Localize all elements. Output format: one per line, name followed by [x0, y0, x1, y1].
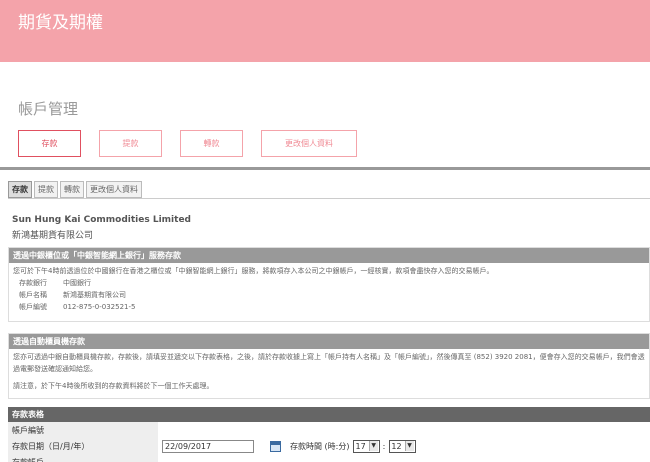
inner-tab-transfer[interactable]: 轉款: [60, 181, 84, 198]
account-label: 帳戶編號: [8, 422, 158, 438]
inner-tab-change-profile[interactable]: 更改個人資料: [86, 181, 142, 198]
boc-deposit-body: 您可於下午4時前透過位於中國銀行在香港之櫃位或「中銀智能網上銀行」服務，將款項存…: [9, 263, 649, 315]
account-row: 帳戶編號: [8, 422, 650, 438]
deposit-account-row: 存款帳戶: [8, 454, 650, 462]
tab-change-profile[interactable]: 更改個人資料: [261, 130, 357, 157]
account-number-row: 帳戶編號 012-875-0-032521-5: [13, 301, 645, 313]
date-input[interactable]: [162, 439, 254, 453]
boc-deposit-box: 透過中銀櫃位或「中銀智能網上銀行」服務存款 您可於下午4時前透過位於中國銀行在香…: [8, 247, 650, 322]
minute-select[interactable]: 12 ▼: [389, 439, 416, 453]
atm-deposit-header: 透過自動櫃員機存款: [9, 334, 649, 349]
atm-deposit-note: 您亦可透過中銀自動櫃員機存款，存款後，請填妥並遞交以下存款表格，之後，請於存款收…: [13, 353, 645, 373]
time-label: 存款時間 (時:分): [290, 441, 350, 451]
atm-deposit-box: 透過自動櫃員機存款 您亦可透過中銀自動櫃員機存款，存款後，請填妥並遞交以下存款表…: [8, 333, 650, 399]
time-separator: :: [382, 441, 386, 451]
account-name-label: 帳戶名稱: [19, 291, 47, 299]
tab-deposit[interactable]: 存款: [18, 130, 81, 157]
date-label: 存款日期（日/月/年）: [8, 438, 158, 454]
minute-value: 12: [391, 441, 402, 451]
chevron-down-icon: ▼: [404, 441, 414, 451]
date-row: 存款日期（日/月/年） 存款時間 (時:分) 17 ▼ : 12 ▼: [8, 438, 650, 454]
boc-deposit-note: 您可於下午4時前透過位於中國銀行在香港之櫃位或「中銀智能網上銀行」服務，將款項存…: [13, 267, 494, 275]
bank-label: 存款銀行: [19, 279, 47, 287]
bank-value: 中國銀行: [63, 279, 91, 287]
atm-deposit-body: 您亦可透過中銀自動櫃員機存款，存款後，請填妥並遞交以下存款表格，之後，請於存款收…: [9, 349, 649, 394]
company-name-zh: 新鴻基期貨有限公司: [12, 231, 94, 241]
tab-transfer[interactable]: 轉款: [180, 130, 243, 157]
divider: [0, 167, 650, 170]
account-name-row: 帳戶名稱 新鴻基期貨有限公司: [13, 289, 645, 301]
boc-deposit-header: 透過中銀櫃位或「中銀智能網上銀行」服務存款: [9, 248, 649, 263]
account-number-value: 012-875-0-032521-5: [63, 303, 136, 311]
deposit-account-label: 存款帳戶: [8, 454, 158, 462]
inner-tab-withdraw[interactable]: 提款: [34, 181, 58, 198]
account-name-value: 新鴻基期貨有限公司: [63, 291, 126, 299]
page-title: 帳戶管理: [18, 100, 79, 118]
banner-title: 期貨及期權: [18, 13, 103, 33]
inner-tab-deposit[interactable]: 存款: [8, 181, 32, 198]
deposit-form-header: 存款表格: [8, 407, 650, 422]
hour-select[interactable]: 17 ▼: [353, 439, 380, 453]
inner-tabs-rule: [8, 198, 650, 199]
tab-withdraw[interactable]: 提款: [99, 130, 162, 157]
company-name-en: Sun Hung Kai Commodities Limited: [12, 215, 191, 225]
account-number-label: 帳戶編號: [19, 303, 47, 311]
cutoff-footnote: 請注意，於下午4時後所收到的存款資料將於下一個工作天處理。: [13, 382, 214, 390]
hour-value: 17: [355, 441, 366, 451]
deposit-form: 存款表格 帳戶編號 存款日期（日/月/年） 存款時間 (時:分) 17 ▼ : …: [8, 407, 650, 462]
header-banner: 期貨及期權: [0, 0, 650, 62]
inner-tabs: 存款 提款 轉款 更改個人資料: [8, 181, 650, 198]
chevron-down-icon: ▼: [368, 441, 378, 451]
calendar-icon[interactable]: [270, 440, 281, 452]
bank-row: 存款銀行 中國銀行: [13, 277, 645, 289]
inner-frame: 存款 提款 轉款 更改個人資料 Sun Hung Kai Commodities…: [8, 180, 650, 462]
